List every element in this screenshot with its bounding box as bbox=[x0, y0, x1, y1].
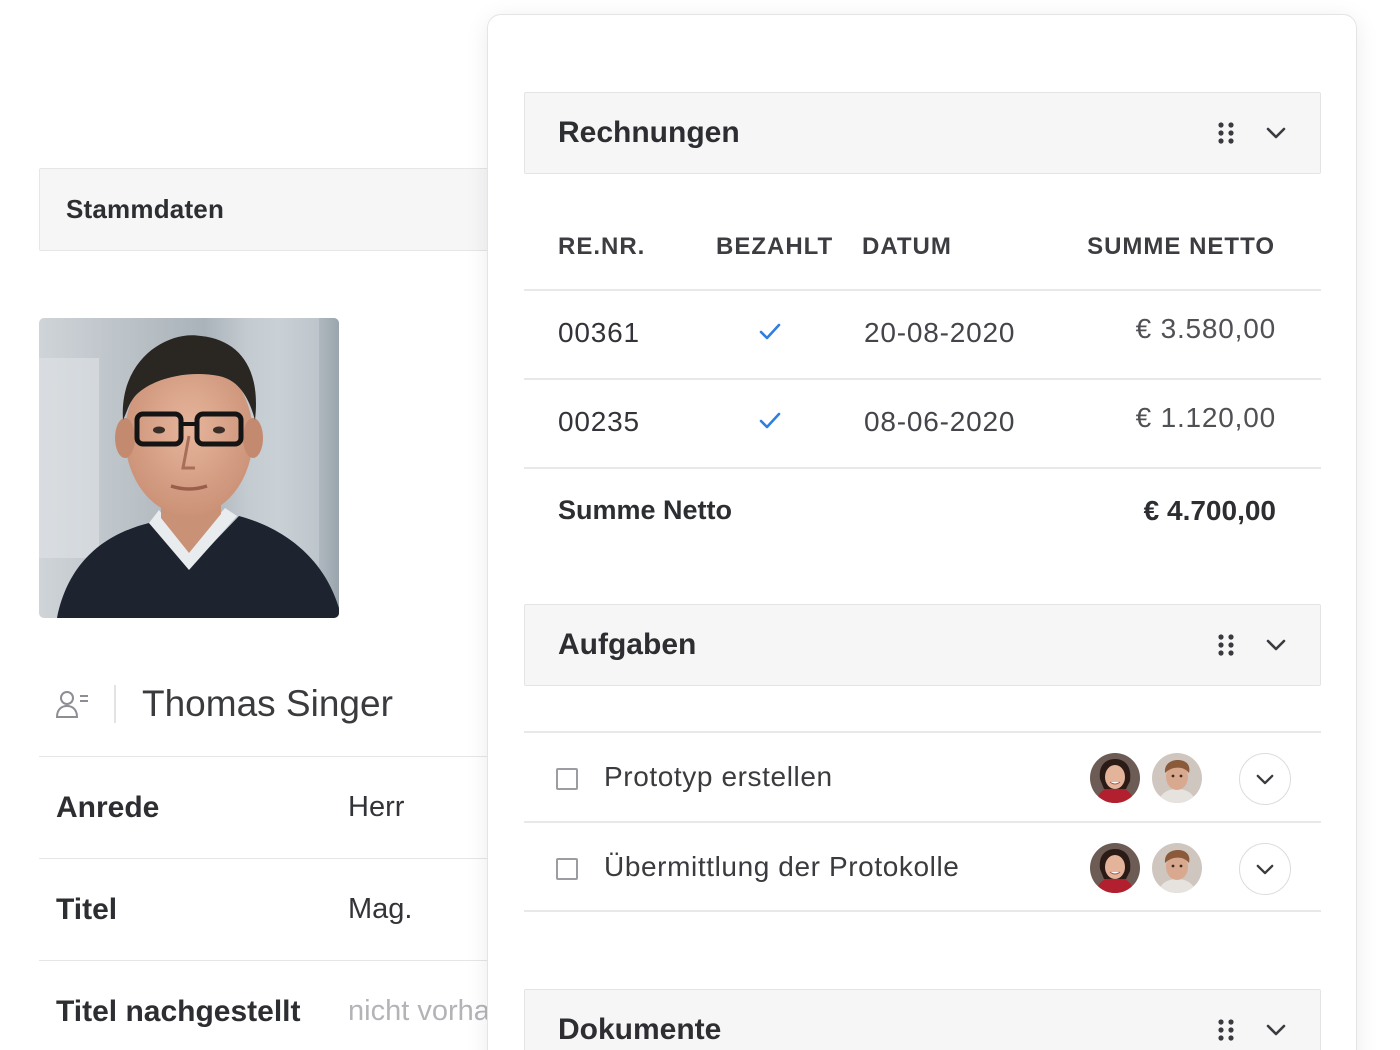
column-header-re-nr[interactable]: RE.NR. bbox=[558, 233, 645, 261]
dokumente-tools bbox=[1214, 990, 1288, 1050]
list-item: Prototyp erstellen bbox=[524, 733, 1321, 821]
field-value-titel-nachgestellt[interactable]: nicht vorhanden bbox=[348, 995, 500, 1028]
avatar[interactable] bbox=[1152, 753, 1202, 803]
avatar[interactable] bbox=[1090, 843, 1140, 893]
stammdaten-card: Stammdaten Thomas Singer Anrede Herr Tit… bbox=[0, 0, 500, 1050]
table-row[interactable]: 00235 08-06-2020 € 1.120,00 bbox=[524, 380, 1321, 468]
field-row-titel: Titel Mag. bbox=[39, 858, 500, 960]
name-separator bbox=[114, 685, 116, 723]
checkmark-icon bbox=[758, 406, 782, 432]
person-name: Thomas Singer bbox=[142, 683, 393, 724]
divider bbox=[524, 910, 1321, 912]
dokumente-header[interactable]: Dokumente bbox=[524, 989, 1321, 1050]
invoice-amount: € 1.120,00 bbox=[1135, 402, 1276, 433]
avatar[interactable] bbox=[1090, 753, 1140, 803]
rechnungen-tools bbox=[1214, 93, 1288, 173]
task-assignees bbox=[1090, 843, 1202, 893]
task-label[interactable]: Übermittlung der Protokolle bbox=[604, 851, 959, 883]
drag-handle-icon[interactable] bbox=[1214, 121, 1238, 145]
profile-photo bbox=[39, 318, 339, 618]
sum-value: € 4.700,00 bbox=[1143, 495, 1276, 526]
chevron-down-icon[interactable] bbox=[1264, 121, 1288, 145]
divider bbox=[524, 467, 1321, 469]
stammdaten-title: Stammdaten bbox=[66, 194, 225, 224]
aufgaben-title: Aufgaben bbox=[558, 628, 697, 661]
task-label[interactable]: Prototyp erstellen bbox=[604, 761, 833, 793]
stammdaten-header[interactable]: Stammdaten bbox=[39, 168, 500, 251]
task-checkbox[interactable] bbox=[556, 858, 578, 880]
field-label-titel-nachgestellt: Titel nachgestellt bbox=[56, 994, 301, 1028]
person-name-row: Thomas Singer bbox=[52, 676, 492, 732]
invoice-sum-row: Summe Netto € 4.700,00 bbox=[524, 491, 1321, 541]
drag-handle-icon[interactable] bbox=[1214, 1018, 1238, 1042]
drag-handle-icon[interactable] bbox=[1214, 633, 1238, 657]
field-value-anrede[interactable]: Herr bbox=[348, 791, 404, 824]
aufgaben-tools bbox=[1214, 605, 1288, 685]
chevron-down-icon bbox=[1256, 864, 1274, 874]
field-label-titel: Titel bbox=[56, 892, 118, 926]
invoice-date: 08-06-2020 bbox=[864, 406, 1016, 437]
task-checkbox[interactable] bbox=[556, 768, 578, 790]
field-row-titel-nachgestellt: Titel nachgestellt nicht vorhanden bbox=[39, 960, 500, 1050]
dokumente-title: Dokumente bbox=[558, 1013, 722, 1046]
chevron-down-icon bbox=[1256, 774, 1274, 784]
field-value-titel[interactable]: Mag. bbox=[348, 893, 412, 926]
invoice-table-header: RE.NR. BEZAHLT DATUM SUMME NETTO bbox=[524, 221, 1321, 291]
chevron-down-icon[interactable] bbox=[1264, 1018, 1288, 1042]
chevron-down-icon[interactable] bbox=[1264, 633, 1288, 657]
avatar[interactable] bbox=[1152, 843, 1202, 893]
invoice-amount: € 3.580,00 bbox=[1135, 313, 1276, 344]
field-row-anrede: Anrede Herr bbox=[39, 756, 500, 858]
aufgaben-header[interactable]: Aufgaben bbox=[524, 604, 1321, 686]
task-expand-button[interactable] bbox=[1239, 753, 1291, 805]
person-card-icon bbox=[52, 684, 92, 724]
column-header-summe-netto[interactable]: SUMME NETTO bbox=[1087, 233, 1275, 261]
sum-label: Summe Netto bbox=[558, 495, 733, 525]
invoice-number: 00361 bbox=[558, 317, 640, 348]
task-assignees bbox=[1090, 753, 1202, 803]
column-header-bezahlt[interactable]: BEZAHLT bbox=[716, 233, 833, 261]
rechnungen-header[interactable]: Rechnungen bbox=[524, 92, 1321, 174]
rechnungen-title: Rechnungen bbox=[558, 116, 740, 149]
invoice-number: 00235 bbox=[558, 406, 640, 437]
column-header-datum[interactable]: DATUM bbox=[862, 233, 952, 261]
detail-panel: Rechnungen RE.NR. BEZAHLT DATUM SUMME NE… bbox=[487, 14, 1357, 1050]
invoice-date: 20-08-2020 bbox=[864, 317, 1016, 348]
task-expand-button[interactable] bbox=[1239, 843, 1291, 895]
checkmark-icon bbox=[758, 317, 782, 343]
field-label-anrede: Anrede bbox=[56, 790, 160, 824]
table-row[interactable]: 00361 20-08-2020 € 3.580,00 bbox=[524, 291, 1321, 379]
list-item: Übermittlung der Protokolle bbox=[524, 823, 1321, 911]
